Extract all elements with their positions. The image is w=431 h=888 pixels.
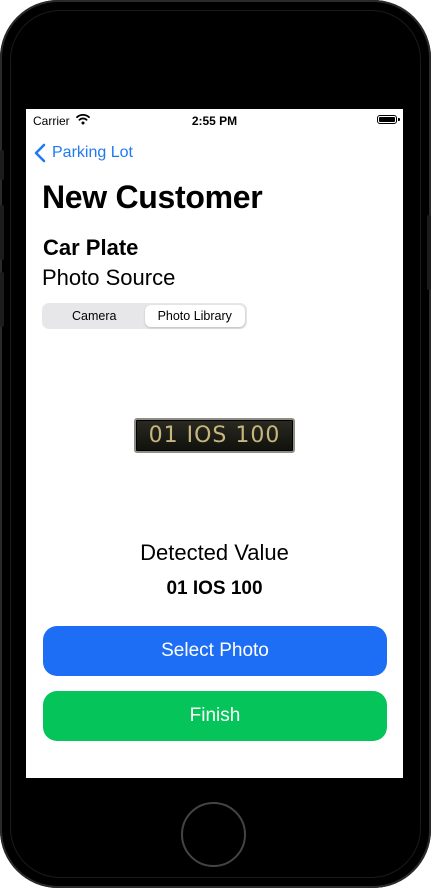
status-bar: Carrier 2:55 PM: [26, 109, 403, 131]
finish-button[interactable]: Finish: [43, 691, 387, 741]
plate-image-text: 01 IOS 100: [148, 423, 281, 448]
battery-icon: [377, 115, 400, 124]
chevron-left-icon: [34, 143, 46, 163]
select-photo-button[interactable]: Select Photo: [43, 626, 387, 676]
back-button[interactable]: Parking Lot: [34, 141, 133, 165]
page-title: New Customer: [42, 179, 263, 215]
screen: Carrier 2:55 PM Parking Lot New Customer…: [26, 109, 403, 778]
section-subheading: Photo Source: [42, 265, 176, 290]
home-button[interactable]: [181, 802, 246, 867]
status-time: 2:55 PM: [191, 114, 238, 128]
back-label: Parking Lot: [52, 144, 133, 161]
mute-switch: [0, 150, 4, 180]
detected-value: 01 IOS 100: [166, 578, 263, 599]
power-button: [427, 215, 431, 290]
detected-value-label: Detected Value: [140, 540, 289, 565]
section-heading: Car Plate: [43, 235, 139, 260]
device-frame: Carrier 2:55 PM Parking Lot New Customer…: [0, 0, 431, 888]
volume-up-button: [0, 205, 4, 260]
photo-source-segmented-control: Camera Photo Library: [42, 303, 247, 329]
segment-photo-library[interactable]: Photo Library: [144, 305, 245, 327]
volume-down-button: [0, 272, 4, 327]
plate-image: 01 IOS 100: [134, 418, 295, 453]
segment-camera[interactable]: Camera: [44, 305, 145, 327]
